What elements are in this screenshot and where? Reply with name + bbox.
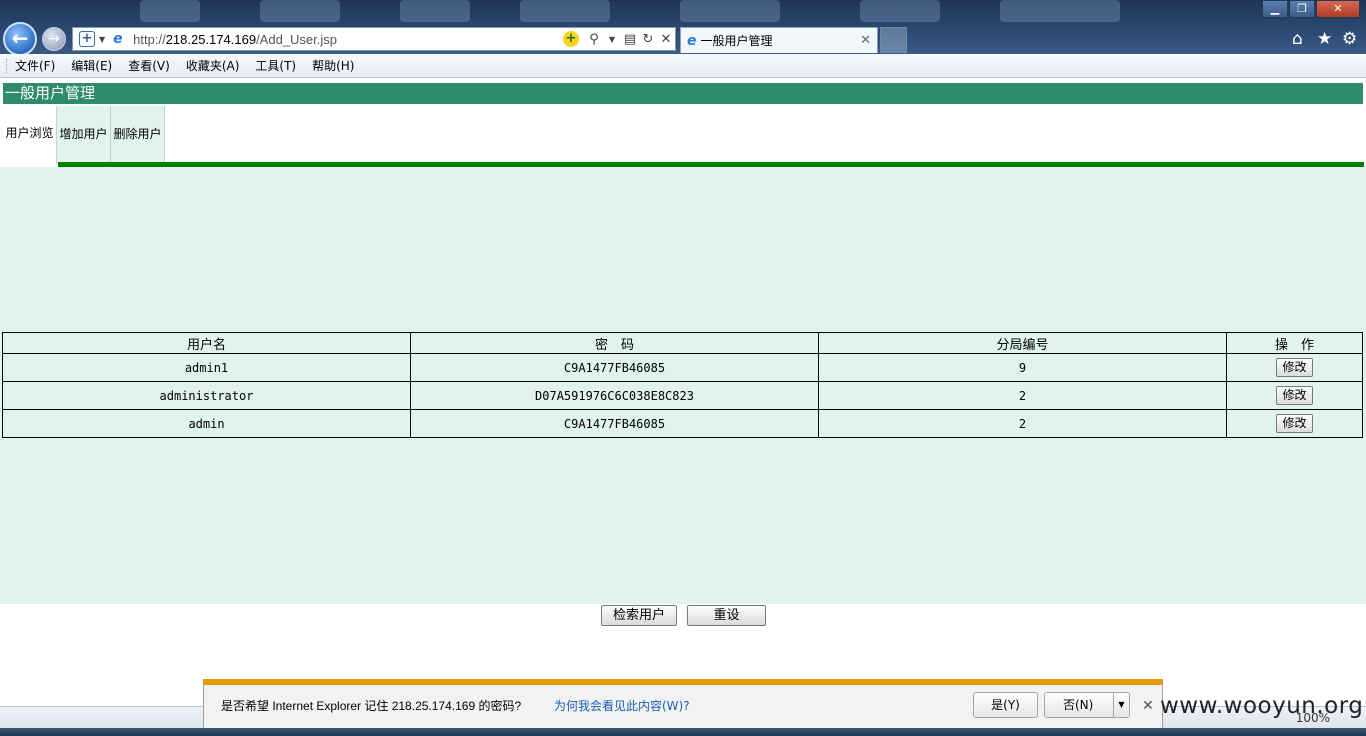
compatibility-view-icon[interactable]: + xyxy=(563,31,579,47)
table-header-row: 用户名 密 码 分局编号 操 作 xyxy=(2,332,1363,354)
col-action: 操 作 xyxy=(1226,332,1363,354)
tab-delete-user[interactable]: 删除用户 xyxy=(111,106,165,164)
menu-favorites[interactable]: 收藏夹(A) xyxy=(186,57,240,74)
cell-action: 修改 xyxy=(1226,381,1363,410)
cell-password: C9A1477FB46085 xyxy=(410,353,819,382)
cell-action: 修改 xyxy=(1226,353,1363,382)
cell-username: admin xyxy=(2,409,411,438)
table-row: admin C9A1477FB46085 2 修改 xyxy=(2,409,1363,438)
menu-help[interactable]: 帮助(H) xyxy=(312,57,354,74)
password-prompt-text: 是否希望 Internet Explorer 记住 218.25.174.169… xyxy=(221,699,522,713)
edit-button[interactable]: 修改 xyxy=(1276,414,1313,433)
add-favorite-icon[interactable]: + xyxy=(79,31,95,47)
gear-icon[interactable]: ⚙ xyxy=(1342,29,1357,49)
ie-page-icon: e xyxy=(113,31,123,47)
edit-button[interactable]: 修改 xyxy=(1276,386,1313,405)
password-save-bar: 是否希望 Internet Explorer 记住 218.25.174.169… xyxy=(203,679,1163,729)
menu-view[interactable]: 查看(V) xyxy=(128,57,170,74)
browser-tab-active[interactable]: e 一般用户管理 ✕ xyxy=(680,27,878,53)
col-username: 用户名 xyxy=(2,332,411,354)
user-table: 用户名 密 码 分局编号 操 作 admin1 C9A1477FB46085 9… xyxy=(2,332,1363,438)
menu-grip xyxy=(6,58,9,73)
table-row: administrator D07A591976C6C038E8C823 2 修… xyxy=(2,381,1363,410)
edit-button[interactable]: 修改 xyxy=(1276,358,1313,377)
col-branch: 分局编号 xyxy=(818,332,1227,354)
no-button[interactable]: 否(N) ▼ xyxy=(1044,692,1130,718)
cell-username: administrator xyxy=(2,381,411,410)
cell-username: admin1 xyxy=(2,353,411,382)
close-icon[interactable]: ✕ xyxy=(1142,698,1154,714)
chevron-down-icon[interactable]: ▼ xyxy=(99,35,105,44)
menu-edit[interactable]: 编辑(E) xyxy=(71,57,112,74)
yes-button[interactable]: 是(Y) xyxy=(973,692,1038,718)
page-compat-icon[interactable]: ▤ xyxy=(621,32,639,47)
cell-action: 修改 xyxy=(1226,409,1363,438)
taskbar xyxy=(0,728,1366,736)
menu-bar: 文件(F) 编辑(E) 查看(V) 收藏夹(A) 工具(T) 帮助(H) xyxy=(0,54,1366,78)
why-see-this-link[interactable]: 为何我会看见此内容(W)? xyxy=(554,697,690,714)
ie-tab-icon: e xyxy=(687,32,697,49)
tab-title: 一般用户管理 xyxy=(700,34,773,48)
cell-branch: 2 xyxy=(818,381,1227,410)
cell-password: C9A1477FB46085 xyxy=(410,409,819,438)
chevron-down-icon[interactable]: ▼ xyxy=(603,35,621,44)
stop-icon[interactable]: ✕ xyxy=(657,32,675,47)
watermark: www.wooyun.org xyxy=(1160,693,1364,719)
col-password: 密 码 xyxy=(410,332,819,354)
search-icon[interactable]: ⚲ xyxy=(585,32,603,47)
home-icon[interactable]: ⌂ xyxy=(1292,29,1303,49)
minimize-button[interactable]: ▁ xyxy=(1262,0,1288,18)
close-tab-icon[interactable]: ✕ xyxy=(860,33,871,48)
tab-add-user[interactable]: 增加用户 xyxy=(57,106,111,164)
chevron-down-icon[interactable]: ▼ xyxy=(1113,693,1129,717)
refresh-icon[interactable]: ↻ xyxy=(639,32,657,47)
search-user-button[interactable]: 检索用户 xyxy=(601,605,677,626)
address-url[interactable]: http://218.25.174.169/Add_User.jsp xyxy=(133,32,563,47)
no-button-label: 否(N) xyxy=(1063,698,1094,712)
back-button[interactable]: ← xyxy=(3,22,37,56)
cell-branch: 2 xyxy=(818,409,1227,438)
reset-button[interactable]: 重设 xyxy=(687,605,766,626)
page-content: 一般用户管理 用户浏览 增加用户 删除用户 用户名 密 码 分局编号 操 作 a… xyxy=(0,79,1366,706)
restore-button[interactable]: ❐ xyxy=(1289,0,1315,18)
page-title: 一般用户管理 xyxy=(3,83,1363,104)
cell-password: D07A591976C6C038E8C823 xyxy=(410,381,819,410)
close-window-button[interactable]: ✕ xyxy=(1316,0,1360,18)
page-tabs: 用户浏览 增加用户 删除用户 xyxy=(3,106,165,164)
forward-button[interactable]: → xyxy=(42,27,66,51)
table-row: admin1 C9A1477FB46085 9 修改 xyxy=(2,353,1363,382)
address-bar[interactable]: + ▼ e http://218.25.174.169/Add_User.jsp… xyxy=(72,27,676,51)
new-tab-button[interactable] xyxy=(880,27,907,53)
window-controls: ▁ ❐ ✕ xyxy=(1262,0,1360,18)
menu-tools[interactable]: 工具(T) xyxy=(255,57,296,74)
cell-branch: 9 xyxy=(818,353,1227,382)
favorites-star-icon[interactable]: ★ xyxy=(1317,29,1332,49)
tab-user-browse[interactable]: 用户浏览 xyxy=(3,106,57,164)
menu-file[interactable]: 文件(F) xyxy=(15,57,55,74)
